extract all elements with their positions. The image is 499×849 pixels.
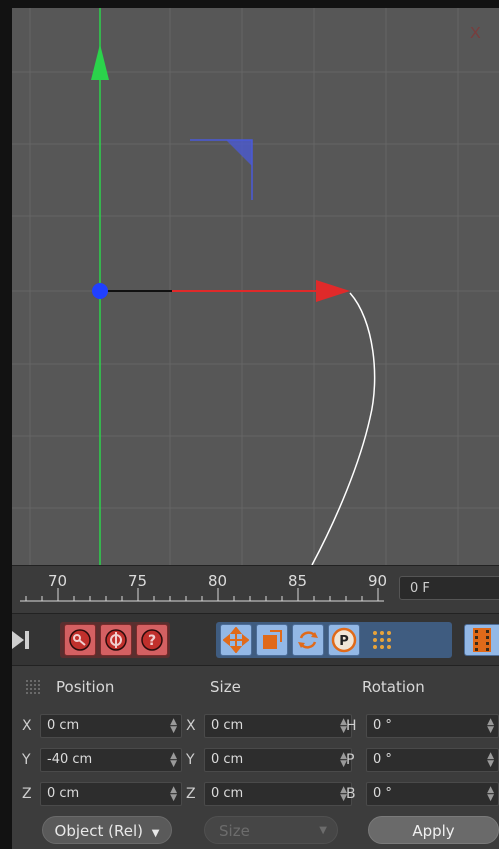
camera-gizmo — [190, 139, 253, 200]
size-x-label: X — [186, 718, 196, 734]
dots-icon — [373, 631, 391, 649]
move-icon — [223, 627, 249, 653]
pos-x-label: X — [22, 718, 32, 734]
param-icon: P — [331, 627, 357, 653]
rot-b-label: B — [346, 786, 356, 802]
pos-z-value: 0 cm — [47, 786, 80, 801]
scale-icon — [263, 630, 282, 649]
pos-x-value: 0 cm — [47, 718, 80, 733]
3d-viewport[interactable]: X — [12, 8, 499, 565]
size-z-field[interactable]: 0 cm ▲ ▼ — [204, 782, 352, 806]
rot-p-label: P — [346, 752, 355, 768]
pos-y-field[interactable]: -40 cm ▲ ▼ — [40, 748, 182, 772]
rot-b-spinner[interactable]: ▲ ▼ — [487, 786, 494, 803]
scale-tool-button[interactable] — [256, 624, 288, 656]
rot-h-label: H — [346, 718, 357, 734]
tick-label-85: 85 — [288, 572, 308, 590]
parameter-tool-button[interactable]: P — [328, 624, 360, 656]
size-y-value: 0 cm — [211, 752, 244, 767]
coordinate-mode-value: Object (Rel) — [54, 822, 143, 840]
close-viewport-icon[interactable]: X — [470, 25, 481, 42]
size-mode-select[interactable]: Size ▼ — [204, 816, 338, 844]
film-icon — [473, 628, 491, 652]
pos-y-value: -40 cm — [47, 752, 93, 767]
svg-text:P: P — [339, 634, 349, 649]
rot-p-value: 0 ° — [373, 752, 392, 767]
size-x-value: 0 cm — [211, 718, 244, 733]
coordinates-panel: Position Size Rotation X 0 cm ▲ ▼ X 0 cm … — [12, 665, 499, 849]
rotate-tool-button[interactable] — [292, 624, 324, 656]
size-mode-value: Size — [219, 822, 250, 840]
pos-z-field[interactable]: 0 cm ▲ ▼ — [40, 782, 182, 806]
rot-b-field[interactable]: 0 ° ▲ ▼ — [366, 782, 499, 806]
go-to-end-icon[interactable] — [12, 628, 34, 652]
render-film-button[interactable] — [464, 624, 499, 656]
spline-curve[interactable] — [311, 292, 376, 565]
rot-h-spinner[interactable]: ▲ ▼ — [487, 718, 494, 735]
rot-p-field[interactable]: 0 ° ▲ ▼ — [366, 748, 499, 772]
svg-text:?: ? — [148, 633, 156, 649]
rot-b-value: 0 ° — [373, 786, 392, 801]
size-y-label: Y — [186, 752, 195, 768]
size-z-label: Z — [186, 786, 196, 802]
pos-x-spinner[interactable]: ▲ ▼ — [170, 718, 177, 735]
rotate-icon — [298, 631, 318, 649]
help-icon: ? — [141, 629, 163, 651]
current-frame-field[interactable]: 0 F — [399, 576, 499, 600]
pos-z-label: Z — [22, 786, 32, 802]
toolbar: ? P — [12, 613, 499, 666]
rot-p-spinner[interactable]: ▲ ▼ — [487, 752, 494, 769]
tick-label-90: 90 — [368, 572, 388, 590]
x-axis[interactable] — [100, 280, 350, 302]
tick-label-70: 70 — [48, 572, 68, 590]
move-tool-button[interactable] — [220, 624, 252, 656]
panel-grip-icon — [26, 680, 40, 694]
size-y-field[interactable]: 0 cm ▲ ▼ — [204, 748, 352, 772]
tick-label-75: 75 — [128, 572, 148, 590]
chevron-down-icon: ▼ — [319, 825, 327, 836]
origin-point[interactable] — [92, 283, 108, 299]
apply-button[interactable]: Apply — [368, 816, 499, 844]
rot-h-field[interactable]: 0 ° ▲ ▼ — [366, 714, 499, 738]
rotation-header: Rotation — [362, 678, 425, 696]
help-button[interactable]: ? — [136, 624, 168, 656]
autokey-button[interactable] — [100, 624, 132, 656]
pos-z-spinner[interactable]: ▲ ▼ — [170, 786, 177, 803]
autokey-icon — [105, 629, 127, 651]
pos-y-label: Y — [22, 752, 31, 768]
size-z-value: 0 cm — [211, 786, 244, 801]
pos-y-spinner[interactable]: ▲ ▼ — [170, 752, 177, 769]
pos-x-field[interactable]: 0 cm ▲ ▼ — [40, 714, 182, 738]
rot-h-value: 0 ° — [373, 718, 392, 733]
points-mode-button[interactable] — [366, 624, 398, 656]
tick-label-80: 80 — [208, 572, 228, 590]
record-keys-icon — [69, 629, 91, 651]
timeline-ruler[interactable]: 70 75 80 85 90 0 F — [12, 565, 499, 614]
record-keys-button[interactable] — [64, 624, 96, 656]
chevron-down-icon: ▼ — [151, 828, 160, 839]
position-header: Position — [56, 678, 115, 696]
size-x-field[interactable]: 0 cm ▲ ▼ — [204, 714, 352, 738]
coordinate-mode-select[interactable]: Object (Rel) ▼ — [42, 816, 172, 844]
size-header: Size — [210, 678, 241, 696]
